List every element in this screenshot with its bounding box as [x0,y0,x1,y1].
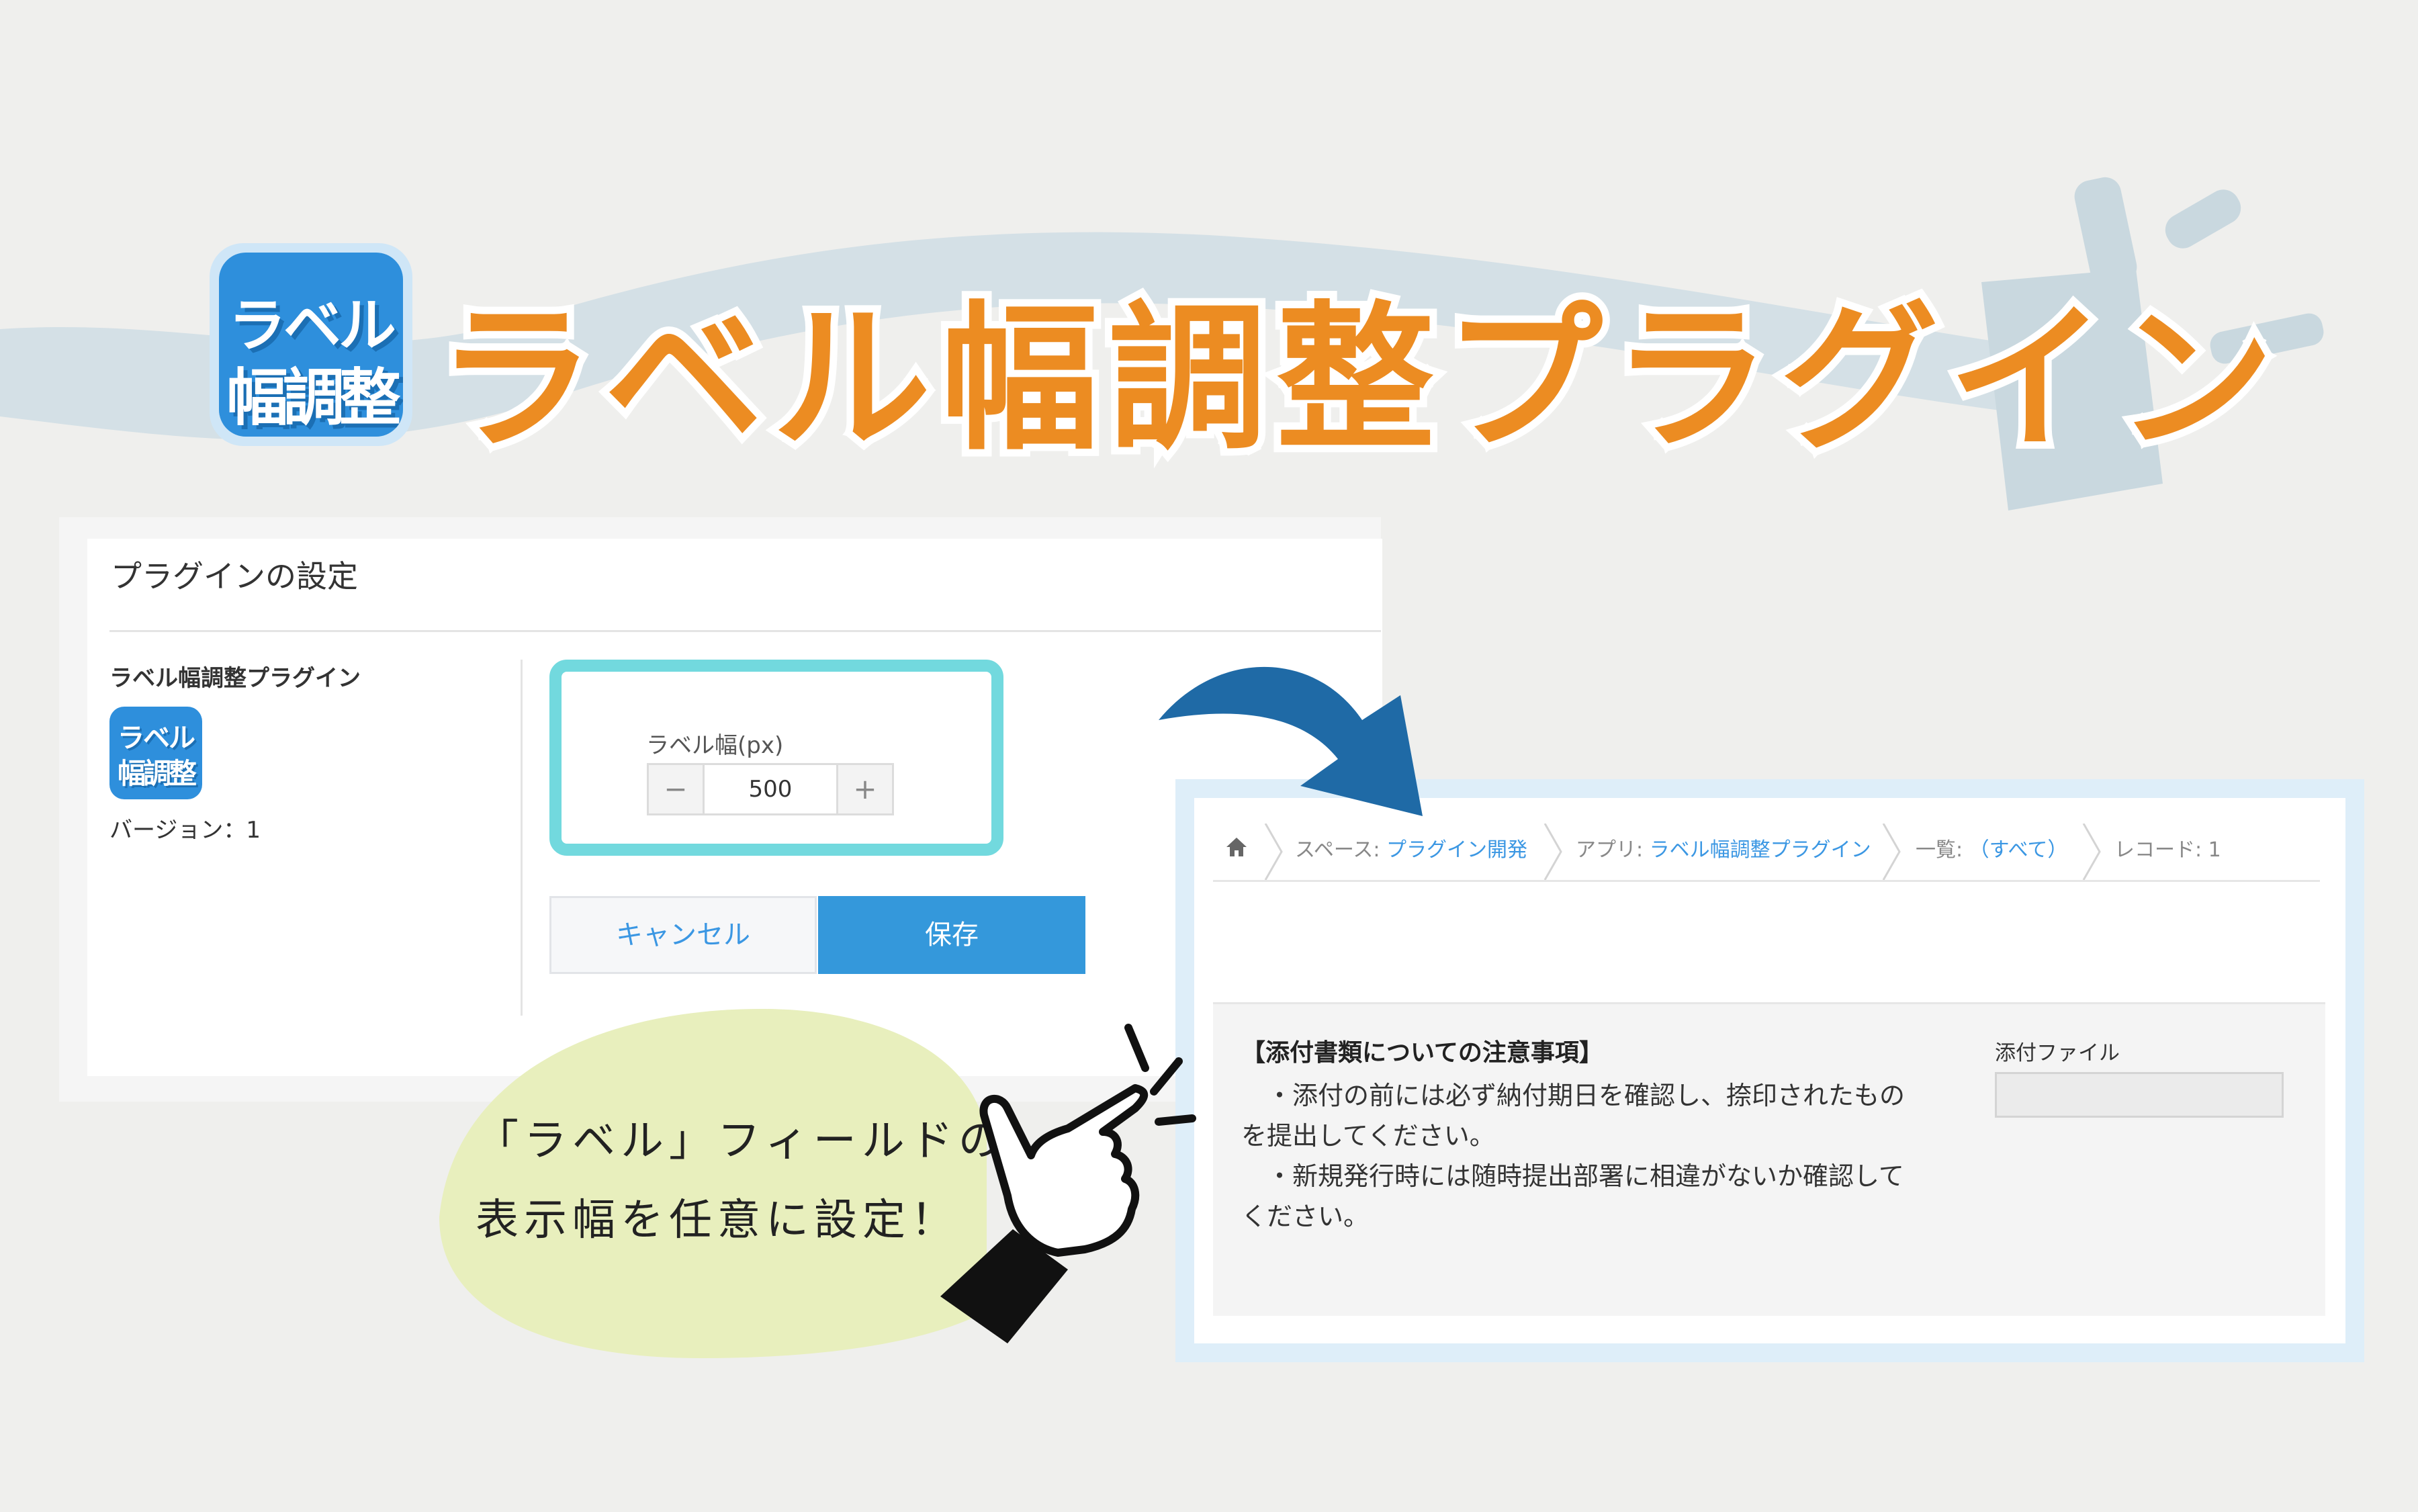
breadcrumb-app[interactable]: アプリ: ラベル幅調整プラグイン [1576,833,1871,862]
chevron-right-icon [2082,824,2101,880]
cancel-button[interactable]: キャンセル [549,896,817,974]
app-icon-line2: 幅調整 [226,362,401,434]
plug-prong-right [2165,189,2241,249]
plugin-icon-line2: 幅調整 [117,757,197,790]
chevron-right-icon [1882,824,1901,880]
decrement-button[interactable]: − [649,765,705,813]
plugin-icon: ラベル 幅調整 [109,707,202,799]
notice-line: を提出してください。 [1241,1121,1495,1151]
plugin-version: バージョン：1 [109,817,261,844]
notice-title: 【添付書類についての注意事項】 [1241,1039,1603,1067]
plugin-name: ラベル幅調整プラグイン [109,665,361,692]
settings-title: プラグインの設定 [111,558,358,594]
chevron-right-icon [1543,824,1562,880]
increment-button[interactable]: + [836,765,892,813]
breadcrumb-app-link[interactable]: ラベル幅調整プラグイン [1650,838,1871,862]
attachment-field[interactable] [1995,1072,2284,1118]
app-icon: ラベル 幅調整 [210,243,412,446]
label-width-input[interactable]: 500 [705,765,836,813]
notice-line: ください。 [1241,1202,1370,1231]
breadcrumb-list-link[interactable]: （すべて） [1969,838,2068,862]
breadcrumb-space-link[interactable]: プラグイン開発 [1386,838,1527,862]
label-width-label: ラベル幅(px) [646,732,784,759]
breadcrumb-record: レコード: 1 [2114,838,2221,862]
notice-line: ・添付の前には必ず納付期日を確認し、捺印されたもの [1241,1081,1906,1110]
main-title: ラベル幅調整プラグイン [429,279,2284,479]
pointing-hand-icon [940,1024,1196,1343]
attachment-label: 添付ファイル [1995,1041,2120,1065]
notice-line: ・新規発行時には随時提出部署に相違がないか確認して [1241,1161,1904,1191]
save-button[interactable]: 保存 [818,896,1085,974]
breadcrumb-list[interactable]: 一覧: （すべて） [1916,833,2067,862]
breadcrumb-list-prefix: 一覧: [1916,838,1969,862]
breadcrumb-app-prefix: アプリ: [1576,838,1650,862]
curved-arrow-icon [1159,666,1423,816]
breadcrumb-space-prefix: スペース: [1295,838,1387,862]
home-icon[interactable] [1225,836,1248,858]
column-divider [521,660,523,1016]
breadcrumb-space[interactable]: スペース: プラグイン開発 [1295,833,1527,862]
plugin-icon-line1: ラベル [118,723,195,754]
label-width-stepper: − 500 + [647,763,894,815]
